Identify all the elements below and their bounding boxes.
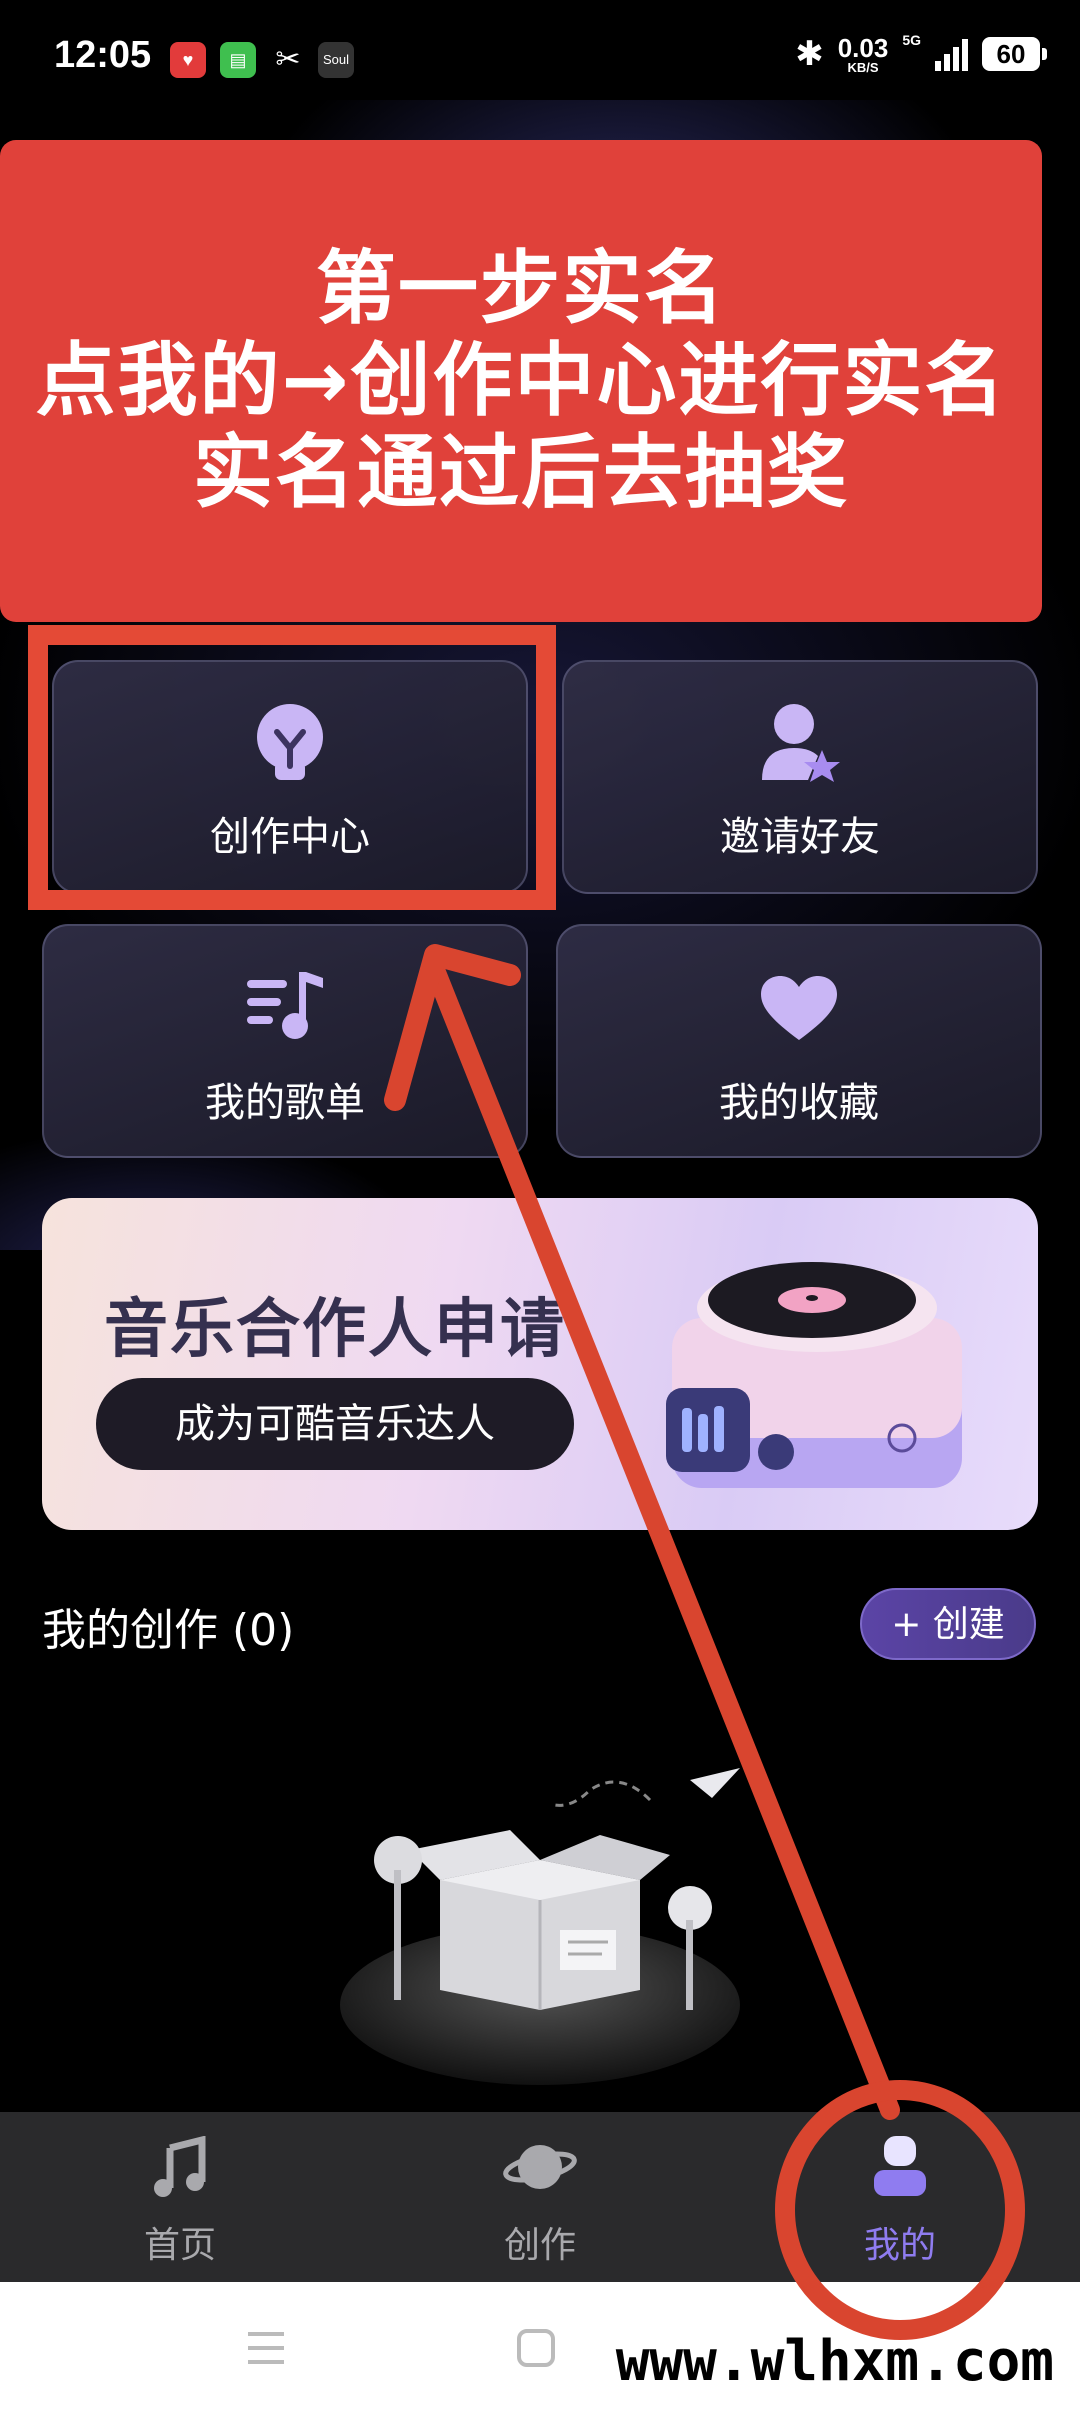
record-player-illustration	[666, 1262, 962, 1488]
bluetooth-icon: ✱	[795, 35, 824, 73]
status-time: 12:05	[54, 34, 152, 76]
capcut-app-icon: ✂	[275, 43, 301, 76]
menu-icon[interactable]	[246, 2328, 286, 2368]
chat-app-icon: ▤	[220, 42, 256, 78]
my-playlist-label: 我的歌单	[205, 1080, 365, 1126]
signal-icon	[935, 37, 968, 71]
profile-icon	[874, 2136, 926, 2196]
music-partner-banner[interactable]: 音乐合作人申请 成为可酷音乐达人	[42, 1198, 1038, 1530]
invite-friends-card[interactable]: 邀请好友	[562, 660, 1038, 894]
planet-icon	[503, 2145, 577, 2189]
nav-home[interactable]: 首页	[0, 2112, 360, 2282]
screen: 12:05 ♥ ▤ ✂ Soul ✱ 0.03 KB/S 5G 60 创作中心	[0, 0, 1080, 2412]
music-note-icon	[154, 2136, 206, 2197]
invite-friends-label: 邀请好友	[720, 814, 880, 860]
heart-icon	[761, 976, 837, 1040]
nav-home-label: 首页	[143, 2225, 216, 2266]
network-speed: 0.03 KB/S	[837, 32, 889, 75]
nav-create-label: 创作	[503, 2225, 576, 2266]
annotation-line-2: 点我的→创作中心进行实名	[35, 334, 1007, 427]
bottom-navigation: 首页 创作 我的	[0, 2112, 1080, 2282]
system-navigation-bar: www.wlhxm.com	[0, 2282, 1080, 2412]
annotation-highlight-box	[28, 625, 556, 910]
nav-mine[interactable]: 我的	[720, 2112, 1080, 2282]
playlist-icon	[247, 972, 323, 1039]
home-icon[interactable]	[516, 2328, 556, 2368]
heart-app-icon: ♥	[170, 42, 206, 78]
create-button[interactable]: + 创建	[860, 1588, 1036, 1660]
promo-button[interactable]: 成为可酷音乐达人	[96, 1378, 574, 1470]
status-indicators: ✱ 0.03 KB/S 5G 60	[795, 32, 1047, 76]
promo-title: 音乐合作人申请	[104, 1293, 566, 1367]
annotation-banner: 第一步实名 点我的→创作中心进行实名 实名通过后去抽奖	[0, 140, 1042, 622]
empty-box-illustration	[340, 1768, 740, 2085]
my-favorites-label: 我的收藏	[719, 1080, 879, 1126]
annotation-line-1: 第一步实名	[316, 242, 726, 335]
soul-app-icon: Soul	[318, 42, 354, 78]
annotation-line-3: 实名通过后去抽奖	[193, 426, 849, 519]
nav-mine-label: 我的	[863, 2225, 936, 2266]
nav-create[interactable]: 创作	[360, 2112, 720, 2282]
user-star-icon	[762, 704, 840, 782]
battery-icon: 60	[982, 37, 1047, 71]
network-type: 5G	[902, 32, 921, 48]
watermark-text: www.wlhxm.com	[615, 2329, 1054, 2394]
status-bar: 12:05 ♥ ▤ ✂ Soul ✱ 0.03 KB/S 5G 60	[0, 0, 1080, 100]
my-favorites-card[interactable]: 我的收藏	[556, 924, 1042, 1158]
my-playlist-card[interactable]: 我的歌单	[42, 924, 528, 1158]
my-works-title: 我的创作 (0)	[42, 1605, 295, 1656]
